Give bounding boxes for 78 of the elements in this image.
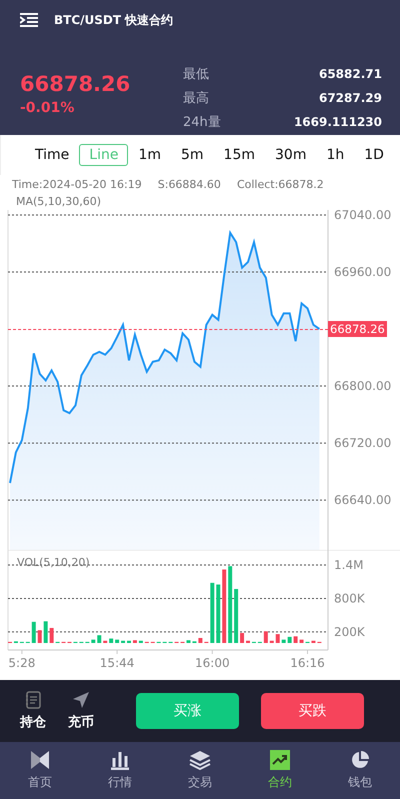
volume-bar — [300, 640, 304, 643]
volume-bar — [246, 640, 250, 643]
volume-bar — [103, 640, 108, 643]
bar-chart-icon — [110, 750, 130, 770]
volume-bar — [288, 636, 292, 643]
volume-bar — [294, 636, 298, 643]
volume-bar — [138, 640, 143, 643]
axis-label: 5:28 — [8, 656, 36, 670]
vol-label: VOL(5,10,20) — [17, 556, 90, 569]
volume-bar — [115, 640, 120, 643]
interval-tab[interactable]: 15m — [214, 144, 265, 166]
axis-label: 16:16 — [290, 656, 325, 670]
volume-bar — [50, 628, 54, 643]
nav-item[interactable]: 首页 — [0, 742, 80, 799]
axis-label: 200K — [334, 624, 365, 639]
volume-bar — [109, 638, 114, 643]
action-label[interactable]: 充币 — [68, 713, 94, 731]
last-price: 66878.26 — [20, 72, 132, 96]
info-s: S:66884.60 — [158, 178, 221, 191]
volume-bar — [97, 635, 102, 643]
interval-tab[interactable]: 30m — [265, 144, 316, 166]
axis-label: 1.4M — [334, 558, 364, 572]
interval-tab[interactable]: 1h — [316, 144, 354, 166]
stat-label: 最高 — [183, 90, 209, 107]
interval-tab[interactable]: 5m — [171, 144, 214, 166]
layers-icon — [189, 750, 211, 770]
trend-chart-icon — [270, 750, 290, 770]
volume-bar — [311, 640, 316, 643]
send-icon[interactable] — [72, 691, 90, 709]
axis-label: 67040.00 — [334, 210, 392, 222]
stat-label: 最低 — [183, 66, 209, 83]
volume-bar — [132, 640, 137, 643]
stat-value: 65882.71 — [318, 67, 382, 81]
volume-bar — [186, 640, 190, 643]
nav-item[interactable]: 交易 — [160, 742, 240, 799]
axis-label: 16:00 — [195, 656, 230, 670]
bowtie-icon — [30, 750, 50, 770]
ma-label: MA(5,10,30,60) — [16, 195, 102, 208]
volume-bar — [38, 630, 42, 643]
axis-label: 66960.00 — [334, 265, 392, 280]
volume-bar — [198, 638, 202, 643]
axis-label: 800K — [334, 591, 365, 606]
info-collect: Collect:66878.2 — [236, 178, 324, 191]
action-label[interactable]: 持仓 — [20, 713, 46, 731]
price-change: -0.01% — [20, 100, 76, 116]
notebook-icon[interactable] — [25, 691, 41, 709]
volume-bar — [240, 632, 244, 643]
nav-item[interactable]: 行情 — [80, 742, 160, 799]
volume-bar — [91, 640, 96, 643]
axis-label: 66720.00 — [334, 436, 392, 450]
axis-label: 15:44 — [100, 656, 134, 670]
nav-item[interactable]: 合约 — [240, 742, 320, 799]
volume-bar — [127, 640, 131, 643]
volume-bar — [216, 584, 220, 643]
info-time: Time:2024-05-20 16:19 — [12, 178, 142, 191]
price-tag: 66878.26 — [328, 321, 387, 338]
menu-icon[interactable] — [20, 13, 38, 27]
interval-tab[interactable]: 1D — [354, 144, 394, 166]
stat-label: 24h量 — [183, 114, 221, 131]
interval-tab[interactable]: Time — [25, 144, 80, 166]
page-title: BTC/USDT 快速合约 — [54, 12, 174, 28]
volume-bar — [234, 588, 238, 643]
stat-value: 67287.29 — [318, 91, 382, 105]
interval-tab[interactable]: 1m — [128, 144, 171, 166]
volume-bar — [121, 640, 126, 643]
axis-label: 66640.00 — [334, 493, 392, 508]
volume-bar — [264, 631, 268, 643]
stat-value: 1669.111230 — [294, 115, 382, 129]
volume-bar — [282, 640, 286, 643]
nav-item[interactable]: 钱包 — [320, 742, 400, 799]
volume-bar — [276, 634, 280, 643]
volume-bar — [270, 640, 274, 643]
trade-button[interactable]: 买跌 — [261, 693, 364, 729]
axis-label: 66800.00 — [334, 379, 392, 394]
volume-bar — [32, 622, 36, 643]
volume-bar — [210, 582, 214, 643]
pie-chart-icon — [350, 750, 370, 770]
volume-bar — [44, 621, 48, 643]
